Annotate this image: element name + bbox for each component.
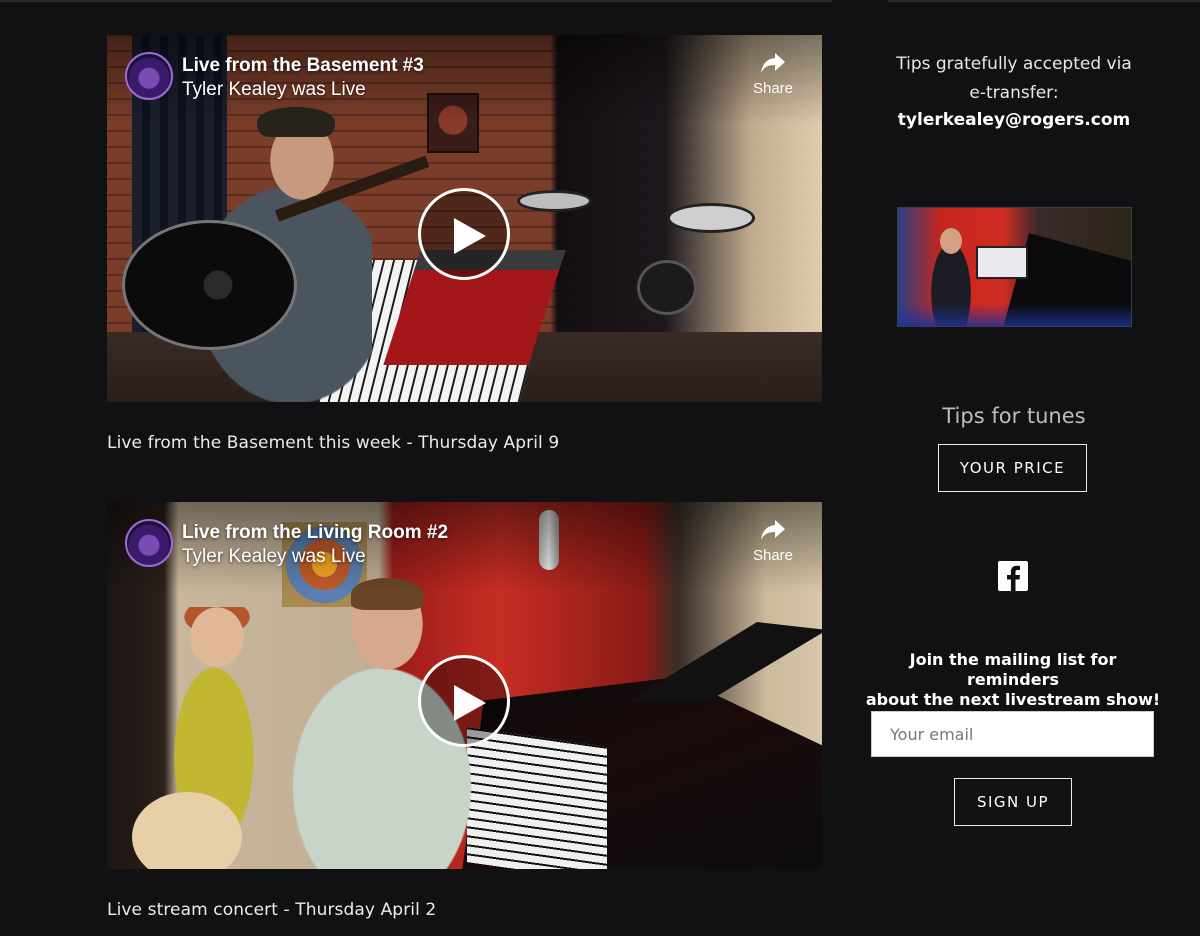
video-caption: Live stream concert - Thursday April 2: [107, 900, 437, 920]
play-icon: [454, 218, 486, 254]
video-player-basement[interactable]: Live from the Basement #3 Tyler Kealey w…: [107, 35, 822, 402]
tips-email[interactable]: tylerkealey@rogers.com: [874, 110, 1154, 130]
play-button[interactable]: [418, 655, 510, 747]
video-caption: Live from the Basement this week - Thurs…: [107, 433, 560, 453]
share-label: Share: [752, 547, 794, 564]
livestream-thumbnail[interactable]: [897, 207, 1132, 327]
mailing-list-heading: Join the mailing list for reminders abou…: [864, 650, 1162, 710]
top-divider-left: [0, 0, 832, 2]
mailing-heading-line1: Join the mailing list for reminders: [909, 650, 1117, 689]
share-icon: [761, 520, 785, 540]
share-button[interactable]: Share: [748, 51, 798, 97]
play-button[interactable]: [418, 188, 510, 280]
video-title[interactable]: Live from the Living Room #2: [182, 522, 448, 544]
light-glow: [898, 304, 1131, 326]
share-icon: [761, 53, 785, 73]
play-icon: [454, 685, 486, 721]
video-player-living-room[interactable]: Live from the Living Room #2 Tyler Keale…: [107, 502, 822, 869]
tips-heading: Tips for tunes: [942, 404, 1086, 428]
top-divider-right: [888, 0, 1200, 2]
tips-text-line1: Tips gratefully accepted via: [896, 54, 1132, 74]
video-title[interactable]: Live from the Basement #3: [182, 55, 424, 77]
page: Live from the Basement #3 Tyler Kealey w…: [0, 0, 1200, 936]
drum-pad: [667, 203, 755, 233]
share-button[interactable]: Share: [748, 518, 798, 564]
video-subtitle: Tyler Kealey was Live: [182, 546, 366, 567]
channel-avatar[interactable]: [125, 52, 173, 100]
cymbal: [517, 190, 592, 212]
sign-up-button[interactable]: SIGN UP: [954, 778, 1072, 826]
share-label: Share: [752, 80, 794, 97]
drum: [637, 260, 697, 315]
mailing-heading-line2: about the next livestream show!: [865, 690, 1161, 709]
piano-lid: [627, 622, 822, 702]
screen: [976, 246, 1028, 279]
email-field[interactable]: [871, 711, 1154, 757]
video-subtitle: Tyler Kealey was Live: [182, 79, 366, 100]
guitar: [122, 220, 297, 350]
facebook-icon[interactable]: [998, 561, 1028, 591]
channel-avatar[interactable]: [125, 519, 173, 567]
your-price-button[interactable]: YOUR PRICE: [938, 444, 1087, 492]
facebook-f-glyph: [1007, 565, 1020, 591]
tips-text-line2: e-transfer:: [969, 83, 1059, 103]
